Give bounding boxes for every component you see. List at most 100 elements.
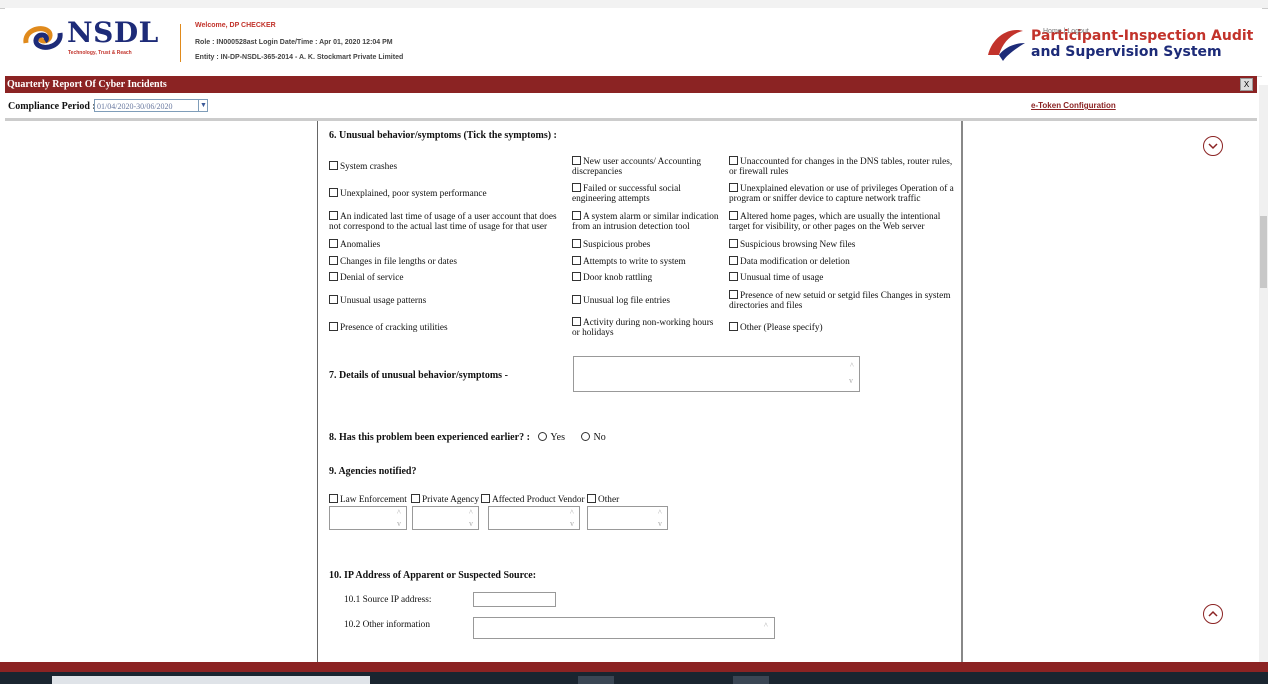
checkbox-icon[interactable] bbox=[729, 239, 738, 248]
agency-textarea[interactable]: ^ v bbox=[587, 506, 668, 530]
checkbox-icon[interactable] bbox=[572, 183, 581, 192]
footer-bar bbox=[0, 662, 1268, 672]
scroll-down-icon: v bbox=[570, 519, 574, 528]
checkbox-icon[interactable] bbox=[329, 239, 338, 248]
agency-textarea[interactable]: ^ v bbox=[412, 506, 479, 530]
home-logout-link[interactable]: Home | Logout bbox=[1043, 28, 1089, 35]
agency-textarea[interactable]: ^ v bbox=[488, 506, 580, 530]
chevron-up-icon bbox=[1208, 610, 1218, 617]
agency-textarea[interactable]: ^ v bbox=[329, 506, 407, 530]
symptom-option[interactable]: Failed or successful social engineering … bbox=[572, 183, 722, 204]
no-option[interactable]: No bbox=[581, 432, 606, 443]
radio-icon[interactable] bbox=[538, 432, 548, 441]
radio-icon[interactable] bbox=[581, 432, 591, 441]
taskbar-item[interactable] bbox=[733, 676, 769, 684]
brand-tagline: Technology, Trust & Reach bbox=[68, 50, 132, 56]
symptom-option[interactable]: System crashes bbox=[329, 161, 564, 172]
other-info-label: 10.2 Other information bbox=[344, 620, 430, 630]
q7-label: 7. Details of unusual behavior/symptoms … bbox=[329, 370, 508, 381]
checkbox-icon[interactable] bbox=[411, 494, 420, 503]
symptom-option[interactable]: Attempts to write to system bbox=[572, 256, 686, 267]
scroll-up-button[interactable] bbox=[1203, 604, 1223, 624]
checkbox-icon[interactable] bbox=[329, 494, 338, 503]
checkbox-icon[interactable] bbox=[329, 272, 338, 281]
checkbox-icon[interactable] bbox=[729, 272, 738, 281]
agency-option[interactable]: Private Agency bbox=[411, 494, 479, 505]
checkbox-icon[interactable] bbox=[481, 494, 490, 503]
chevron-down-icon[interactable]: ▼ bbox=[198, 100, 208, 111]
checkbox-icon[interactable] bbox=[729, 256, 738, 265]
welcome-text: Welcome, DP CHECKER bbox=[195, 22, 276, 29]
checkbox-icon[interactable] bbox=[729, 322, 738, 331]
taskbar-item[interactable] bbox=[578, 676, 614, 684]
scroll-up-icon: ^ bbox=[850, 361, 854, 370]
scrollbar-thumb[interactable] bbox=[1260, 216, 1267, 288]
symptom-option[interactable]: Presence of new setuid or setgid files C… bbox=[729, 290, 957, 311]
checkbox-icon[interactable] bbox=[329, 322, 338, 331]
checkbox-icon[interactable] bbox=[729, 290, 738, 299]
q8-label: 8. Has this problem been experienced ear… bbox=[329, 432, 530, 443]
taskbar-item[interactable] bbox=[52, 676, 370, 684]
checkbox-icon[interactable] bbox=[329, 295, 338, 304]
symptom-option[interactable]: New user accounts/ Accounting discrepanc… bbox=[572, 156, 722, 177]
checkbox-icon[interactable] bbox=[572, 239, 581, 248]
scroll-up-icon: ^ bbox=[764, 621, 768, 630]
checkbox-icon[interactable] bbox=[572, 156, 581, 165]
role-line: Role : IN000528ast Login Date/Time : Apr… bbox=[195, 39, 393, 46]
etoken-config-link[interactable]: e-Token Configuration bbox=[1031, 101, 1116, 110]
scroll-down-icon: v bbox=[849, 376, 853, 385]
yes-option[interactable]: Yes bbox=[538, 432, 565, 443]
scroll-down-icon: v bbox=[469, 519, 473, 528]
pias-logo-icon bbox=[988, 30, 1025, 61]
checkbox-icon[interactable] bbox=[572, 211, 581, 220]
checkbox-icon[interactable] bbox=[587, 494, 596, 503]
checkbox-icon[interactable] bbox=[729, 183, 738, 192]
checkbox-icon[interactable] bbox=[572, 317, 581, 326]
symptom-option[interactable]: Unusual time of usage bbox=[729, 272, 823, 283]
compliance-period-select[interactable]: 01/04/2020-30/06/2020 bbox=[94, 99, 208, 112]
checkbox-icon[interactable] bbox=[572, 272, 581, 281]
symptom-option[interactable]: Unexplained elevation or use of privileg… bbox=[729, 183, 957, 204]
checkbox-icon[interactable] bbox=[572, 295, 581, 304]
symptom-option[interactable]: Denial of service bbox=[329, 272, 404, 283]
checkbox-icon[interactable] bbox=[329, 188, 338, 197]
checkbox-icon[interactable] bbox=[572, 256, 581, 265]
chevron-down-icon bbox=[1208, 143, 1218, 150]
symptom-option[interactable]: Unexplained, poor system performance bbox=[329, 188, 564, 199]
scroll-up-icon: ^ bbox=[469, 508, 473, 517]
scroll-down-icon: v bbox=[658, 519, 662, 528]
scroll-down-button[interactable] bbox=[1203, 136, 1223, 156]
agency-option[interactable]: Affected Product Vendor bbox=[481, 494, 585, 505]
symptom-option[interactable]: Presence of cracking utilities bbox=[329, 322, 448, 333]
symptom-option[interactable]: Suspicious browsing New files bbox=[729, 239, 855, 250]
agency-option[interactable]: Other bbox=[587, 494, 619, 505]
checkbox-icon[interactable] bbox=[329, 161, 338, 170]
checkbox-icon[interactable] bbox=[329, 256, 338, 265]
symptom-option[interactable]: Unaccounted for changes in the DNS table… bbox=[729, 156, 957, 177]
page-scrollbar[interactable] bbox=[1259, 85, 1268, 665]
checkbox-icon[interactable] bbox=[729, 211, 738, 220]
symptom-option[interactable]: An indicated last time of usage of a use… bbox=[329, 211, 569, 232]
close-button[interactable]: X bbox=[1240, 78, 1253, 91]
agency-option[interactable]: Law Enforcement bbox=[329, 494, 407, 505]
symptom-option[interactable]: Unusual usage patterns bbox=[329, 295, 426, 306]
symptom-option[interactable]: Anomalies bbox=[329, 239, 380, 250]
q8-row: 8. Has this problem been experienced ear… bbox=[329, 432, 606, 443]
details-textarea[interactable]: ^ v bbox=[573, 356, 860, 392]
other-info-textarea[interactable]: ^ bbox=[473, 617, 775, 639]
checkbox-icon[interactable] bbox=[329, 211, 338, 220]
symptom-option[interactable]: Other (Please specify) bbox=[729, 322, 823, 333]
symptom-option[interactable]: Door knob rattling bbox=[572, 272, 652, 283]
symptom-option[interactable]: Suspicious probes bbox=[572, 239, 650, 250]
symptom-option[interactable]: A system alarm or similar indication fro… bbox=[572, 211, 722, 232]
symptom-option[interactable]: Activity during non-working hours or hol… bbox=[572, 317, 722, 338]
symptom-option[interactable]: Data modification or deletion bbox=[729, 256, 850, 267]
symptom-option[interactable]: Changes in file lengths or dates bbox=[329, 256, 457, 267]
symptom-option[interactable]: Unusual log file entries bbox=[572, 295, 670, 306]
checkbox-icon[interactable] bbox=[729, 156, 738, 165]
scroll-up-icon: ^ bbox=[570, 508, 574, 517]
symptom-option[interactable]: Altered home pages, which are usually th… bbox=[729, 211, 959, 232]
q6-title: 6. Unusual behavior/symptoms (Tick the s… bbox=[329, 130, 557, 141]
user-name: DP CHECKER bbox=[229, 22, 276, 29]
source-ip-input[interactable] bbox=[473, 592, 556, 607]
